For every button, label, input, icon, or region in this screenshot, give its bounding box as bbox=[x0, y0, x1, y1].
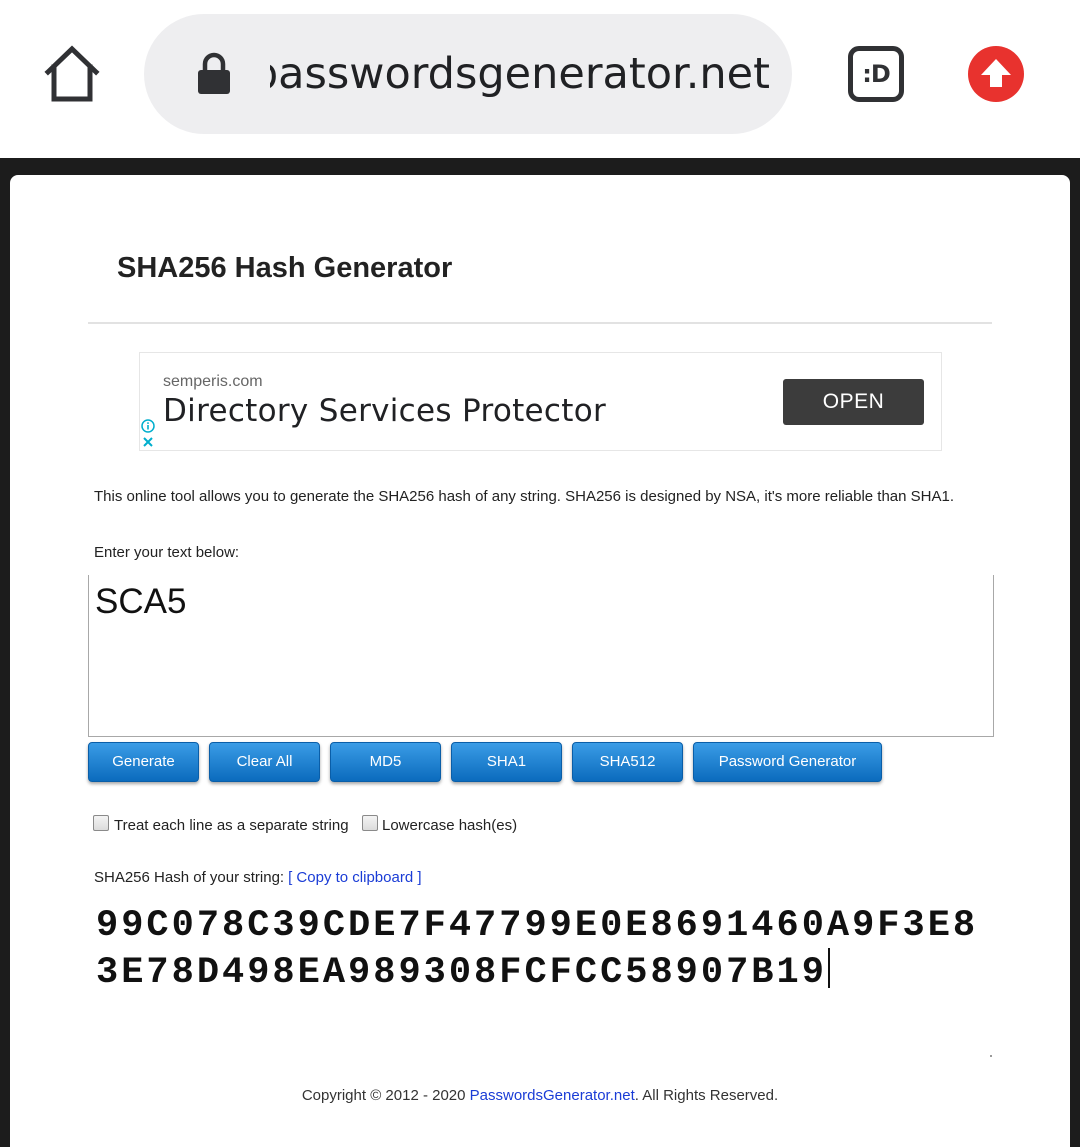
lowercase-label[interactable]: Lowercase hash(es) bbox=[382, 816, 517, 836]
clear-all-button[interactable]: Clear All bbox=[209, 742, 320, 782]
extension-button[interactable]: :D bbox=[848, 46, 904, 102]
ad-banner[interactable]: semperis.com Directory Services Protecto… bbox=[139, 352, 942, 451]
home-button[interactable] bbox=[40, 44, 104, 104]
text-caret bbox=[827, 948, 830, 988]
text-input[interactable]: SCA5 bbox=[88, 575, 994, 737]
footer-site-link[interactable]: PasswordsGenerator.net bbox=[470, 1087, 635, 1104]
password-generator-button[interactable]: Password Generator bbox=[693, 742, 882, 782]
ad-info-icon[interactable] bbox=[141, 419, 155, 433]
footer-prefix: Copyright © 2012 - 2020 bbox=[301, 1087, 470, 1104]
lowercase-checkbox[interactable] bbox=[362, 815, 378, 831]
generate-button[interactable]: Generate bbox=[88, 742, 199, 782]
sha512-button[interactable]: SHA512 bbox=[572, 742, 683, 782]
hash-value: 99C078C39CDE7F47799E0E8691460A9F3E83E78D… bbox=[96, 905, 979, 994]
resize-handle bbox=[990, 1055, 992, 1057]
tool-description: This online tool allows you to generate … bbox=[94, 488, 955, 505]
page-footer: Copyright © 2012 - 2020 PasswordsGenerat… bbox=[0, 1086, 1080, 1106]
url-text[interactable]: passwordsgenerator.net bbox=[270, 44, 770, 104]
title-divider bbox=[88, 322, 992, 324]
ad-open-button[interactable]: OPEN bbox=[783, 379, 924, 425]
separate-lines-checkbox[interactable] bbox=[93, 815, 109, 831]
home-icon bbox=[44, 45, 100, 102]
address-bar[interactable]: passwordsgenerator.net bbox=[144, 14, 792, 134]
md5-button[interactable]: MD5 bbox=[330, 742, 441, 782]
sha1-button[interactable]: SHA1 bbox=[451, 742, 562, 782]
url-value: passwordsgenerator.net bbox=[270, 49, 770, 99]
ad-headline[interactable]: Directory Services Protector bbox=[163, 393, 606, 429]
result-label: SHA256 Hash of your string:[ Copy to cli… bbox=[94, 868, 422, 888]
page-title: SHA256 Hash Generator bbox=[117, 252, 453, 284]
lock-icon bbox=[196, 52, 232, 96]
arrow-up-icon bbox=[981, 59, 1011, 87]
update-button[interactable] bbox=[968, 46, 1024, 102]
extension-icon: :D bbox=[862, 60, 891, 88]
ad-domain: semperis.com bbox=[163, 373, 263, 390]
footer-suffix: . All Rights Reserved. bbox=[634, 1087, 779, 1104]
separate-lines-label[interactable]: Treat each line as a separate string bbox=[114, 816, 349, 836]
result-label-text: SHA256 Hash of your string: bbox=[94, 869, 285, 886]
copy-to-clipboard-link[interactable]: [ Copy to clipboard ] bbox=[288, 869, 421, 886]
hash-output[interactable]: 99C078C39CDE7F47799E0E8691460A9F3E83E78D… bbox=[96, 905, 996, 995]
ad-close-icon[interactable] bbox=[141, 435, 155, 449]
input-prompt: Enter your text below: bbox=[94, 544, 240, 561]
browser-toolbar: passwordsgenerator.net :D bbox=[0, 0, 1080, 158]
